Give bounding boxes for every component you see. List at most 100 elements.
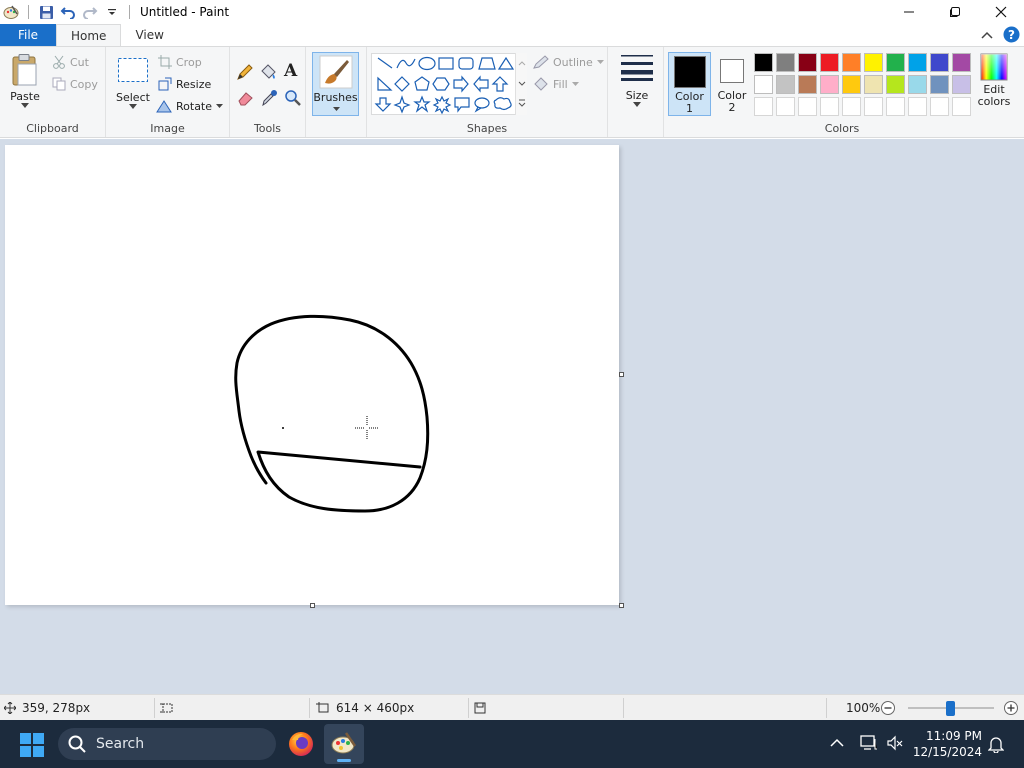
- zoom-slider-thumb[interactable]: [946, 701, 955, 716]
- rotate-button[interactable]: Rotate: [156, 99, 224, 113]
- paint-app-icon[interactable]: [2, 3, 20, 21]
- color-swatch[interactable]: [820, 53, 839, 72]
- customize-toolbar-icon[interactable]: [103, 3, 121, 21]
- crop-button[interactable]: Crop: [158, 55, 202, 69]
- save-icon[interactable]: [37, 3, 55, 21]
- resize-button[interactable]: Resize: [158, 77, 211, 91]
- clock-time: 11:09 PM: [926, 729, 982, 743]
- selection-size-icon: [160, 703, 173, 713]
- network-icon[interactable]: [860, 734, 886, 754]
- drawing-canvas[interactable]: [5, 145, 619, 605]
- zoom-out-button[interactable]: [880, 695, 896, 721]
- select-label: Select: [116, 91, 150, 104]
- color-swatch[interactable]: [776, 75, 795, 94]
- tab-view[interactable]: View: [121, 24, 177, 46]
- color-swatch[interactable]: [930, 53, 949, 72]
- minimize-icon[interactable]: [886, 0, 932, 24]
- copy-label: Copy: [70, 77, 98, 91]
- brushes-button[interactable]: Brushes: [312, 52, 359, 116]
- tab-file[interactable]: File: [0, 24, 56, 46]
- magnifier-icon[interactable]: [284, 89, 302, 110]
- cut-button[interactable]: Cut: [52, 55, 89, 69]
- volume-muted-icon[interactable]: [886, 735, 912, 754]
- color-swatch[interactable]: [908, 75, 927, 94]
- notification-bell-icon[interactable]: [987, 735, 1005, 756]
- eraser-icon[interactable]: [236, 89, 254, 110]
- color-swatch[interactable]: [864, 75, 883, 94]
- fill-button[interactable]: Fill: [533, 77, 579, 91]
- divider: [129, 5, 130, 19]
- color-swatch[interactable]: [908, 53, 927, 72]
- taskbar-paint-app[interactable]: [324, 724, 364, 764]
- color-swatch[interactable]: [930, 75, 949, 94]
- crosshair-cursor-icon: [355, 416, 379, 440]
- paste-button[interactable]: Paste: [10, 53, 40, 108]
- color-swatch[interactable]: [886, 75, 905, 94]
- shapes-gallery[interactable]: [371, 53, 527, 115]
- color-swatch[interactable]: [798, 53, 817, 72]
- color-swatch[interactable]: [842, 53, 861, 72]
- canvas-resize-handle-bottom[interactable]: [310, 603, 315, 608]
- taskbar-search[interactable]: Search: [58, 728, 276, 760]
- color-swatch[interactable]: [930, 97, 949, 116]
- color-swatch[interactable]: [776, 53, 795, 72]
- svg-text:?: ?: [1008, 28, 1015, 42]
- canvas-resize-handle-right[interactable]: [619, 372, 624, 377]
- canvas-resize-handle-corner[interactable]: [619, 603, 624, 608]
- chevron-up-icon[interactable]: [830, 737, 850, 751]
- color-swatch[interactable]: [952, 75, 971, 94]
- color-swatch[interactable]: [842, 75, 861, 94]
- color-swatch[interactable]: [886, 53, 905, 72]
- help-icon[interactable]: ?: [1003, 26, 1020, 46]
- close-icon[interactable]: [978, 0, 1024, 24]
- shapes-gallery-icons: [374, 56, 515, 115]
- outline-button[interactable]: Outline: [533, 55, 604, 69]
- color-swatch[interactable]: [864, 97, 883, 116]
- fill-bucket-icon[interactable]: [259, 63, 277, 84]
- tab-home[interactable]: Home: [56, 24, 122, 46]
- select-button[interactable]: Select: [116, 57, 150, 109]
- color2-button[interactable]: Color 2: [712, 52, 752, 116]
- color-swatch[interactable]: [754, 75, 773, 94]
- maximize-icon[interactable]: [932, 0, 978, 24]
- color-swatch[interactable]: [820, 75, 839, 94]
- copy-button[interactable]: Copy: [52, 77, 98, 91]
- firefox-icon[interactable]: [288, 731, 314, 760]
- canvas-size: 614 × 460px: [316, 695, 414, 721]
- color-picker-icon[interactable]: [260, 89, 278, 110]
- text-tool-icon[interactable]: A: [284, 61, 297, 81]
- windows-start-icon[interactable]: [20, 733, 44, 760]
- active-app-indicator: [337, 759, 351, 762]
- undo-icon[interactable]: [59, 3, 77, 21]
- color-swatch[interactable]: [754, 97, 773, 116]
- size-group: Size: [612, 47, 664, 137]
- outline-brush-icon: [533, 55, 549, 69]
- color-swatch[interactable]: [820, 97, 839, 116]
- color1-swatch: [674, 56, 706, 88]
- edit-colors-button[interactable]: Edit colors: [976, 53, 1012, 108]
- color-swatch[interactable]: [952, 53, 971, 72]
- chevron-down-icon: [571, 82, 579, 86]
- redo-icon[interactable]: [81, 3, 99, 21]
- pencil-icon[interactable]: [236, 63, 254, 84]
- clipboard-group: Paste Cut Copy Clipboard: [0, 47, 106, 137]
- color-swatch[interactable]: [842, 97, 861, 116]
- size-button[interactable]: Size: [620, 53, 654, 107]
- search-icon: [68, 735, 86, 753]
- shapes-scrollbar[interactable]: [515, 53, 527, 115]
- color-swatch[interactable]: [952, 97, 971, 116]
- color-swatch[interactable]: [908, 97, 927, 116]
- rainbow-palette-icon: [980, 53, 1008, 81]
- color-swatch[interactable]: [886, 97, 905, 116]
- color1-button[interactable]: Color 1: [668, 52, 711, 116]
- chevron-down-icon: [333, 107, 340, 111]
- zoom-in-button[interactable]: [1003, 695, 1019, 721]
- color-swatch[interactable]: [754, 53, 773, 72]
- divider: [28, 5, 29, 19]
- color-swatch[interactable]: [864, 53, 883, 72]
- color-swatch[interactable]: [776, 97, 795, 116]
- system-clock[interactable]: 11:09 PM 12/15/2024: [913, 728, 982, 760]
- color-swatch[interactable]: [798, 75, 817, 94]
- collapse-ribbon-icon[interactable]: [981, 29, 993, 43]
- color-swatch[interactable]: [798, 97, 817, 116]
